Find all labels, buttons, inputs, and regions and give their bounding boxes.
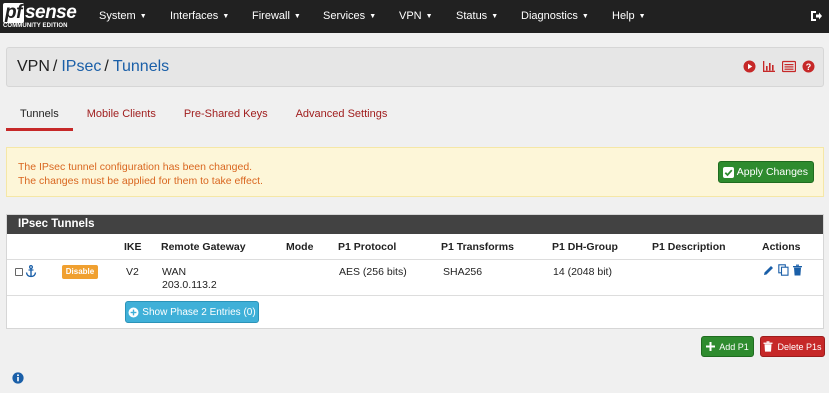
plus-icon — [706, 342, 716, 351]
row-divider — [7, 295, 823, 296]
row-p1-transforms: SHA256 — [443, 266, 483, 278]
nav-label: Help — [612, 10, 635, 22]
row-gateway-interface: WAN — [162, 266, 187, 278]
tab-tunnels[interactable]: Tunnels — [6, 100, 73, 131]
tab-advanced-settings[interactable]: Advanced Settings — [282, 100, 402, 131]
nav-label: Firewall — [252, 10, 290, 22]
caret-down-icon: ▼ — [293, 13, 301, 20]
header-ike: IKE — [124, 241, 142, 253]
status-chart-icon[interactable] — [762, 60, 776, 73]
caret-down-icon: ▼ — [491, 13, 499, 20]
row-gateway-address: 203.0.113.2 — [162, 279, 217, 291]
row-p1-protocol: AES (256 bits) — [339, 266, 407, 278]
edit-pencil-icon[interactable] — [763, 264, 774, 276]
nav-help[interactable]: Help ▼ — [612, 0, 646, 33]
nav-label: Status — [456, 10, 488, 22]
breadcrumb-vpn: VPN — [17, 58, 50, 75]
breadcrumb-ipsec-link[interactable]: IPsec — [61, 58, 101, 75]
panel-title: IPsec Tunnels — [7, 215, 823, 234]
alert-message-line2: The changes must be applied for them to … — [18, 175, 263, 187]
tunnel-select-checkbox[interactable] — [15, 268, 23, 276]
tab-pre-shared-keys[interactable]: Pre-Shared Keys — [170, 100, 282, 131]
breadcrumb-panel: VPN / IPsec / Tunnels ? — [6, 47, 824, 87]
show-phase2-button[interactable]: Show Phase 2 Entries (0) — [125, 301, 259, 323]
add-p1-button[interactable]: Add P1 — [701, 336, 754, 357]
apply-changes-label: Apply Changes — [736, 166, 808, 178]
tab-bar: Tunnels Mobile Clients Pre-Shared Keys A… — [6, 100, 401, 132]
alert-message-line1: The IPsec tunnel configuration has been … — [18, 161, 253, 173]
header-mode: Mode — [286, 241, 314, 253]
header-p1-description: P1 Description — [652, 241, 726, 253]
ipsec-tunnels-panel: IPsec Tunnels IKE Remote Gateway Mode P1… — [6, 214, 824, 329]
anchor-icon[interactable] — [25, 265, 37, 278]
caret-down-icon: ▼ — [581, 13, 589, 20]
help-icon[interactable]: ? — [802, 60, 815, 73]
nav-services[interactable]: Services ▼ — [323, 0, 376, 33]
caret-down-icon: ▼ — [369, 13, 377, 20]
check-icon — [722, 166, 734, 178]
header-divider — [7, 259, 823, 260]
config-changed-alert: The IPsec tunnel configuration has been … — [6, 147, 824, 197]
header-remote-gateway: Remote Gateway — [161, 241, 246, 253]
plus-circle-icon — [128, 307, 139, 317]
disable-tunnel-button[interactable]: Disable — [62, 265, 98, 279]
show-phase2-label: Show Phase 2 Entries (0) — [142, 306, 256, 318]
logo-wordmark: pf sense — [3, 2, 77, 23]
breadcrumb-tunnels-link[interactable]: Tunnels — [113, 58, 169, 75]
info-icon[interactable] — [12, 372, 24, 384]
play-service-icon[interactable] — [743, 60, 756, 73]
breadcrumb-separator: / — [52, 58, 58, 75]
nav-system[interactable]: System ▼ — [99, 0, 147, 33]
trash-icon[interactable] — [792, 264, 803, 276]
breadcrumb-shortcuts: ? — [743, 60, 815, 73]
nav-label: Diagnostics — [521, 10, 578, 22]
caret-down-icon: ▼ — [638, 13, 646, 20]
header-p1-protocol: P1 Protocol — [338, 241, 397, 253]
svg-text:?: ? — [806, 62, 812, 72]
nav-diagnostics[interactable]: Diagnostics ▼ — [521, 0, 589, 33]
nav-status[interactable]: Status ▼ — [456, 0, 498, 33]
caret-down-icon: ▼ — [222, 13, 230, 20]
apply-changes-button[interactable]: Apply Changes — [717, 161, 814, 183]
logo-main-text: sense — [24, 2, 77, 23]
nav-label: Interfaces — [170, 10, 219, 22]
breadcrumb-separator: / — [104, 58, 109, 75]
nav-vpn[interactable]: VPN ▼ — [399, 0, 433, 33]
caret-down-icon: ▼ — [425, 13, 433, 20]
nav-label: System — [99, 10, 136, 22]
logo-edition: COMMUNITY EDITION — [3, 23, 68, 29]
breadcrumb: VPN / IPsec / Tunnels — [17, 58, 169, 76]
header-p1-dh-group: P1 DH-Group — [552, 241, 618, 253]
row-ike: V2 — [126, 266, 139, 278]
caret-down-icon: ▼ — [139, 13, 147, 20]
logo-prefix: pf — [3, 2, 24, 23]
nav-firewall[interactable]: Firewall ▼ — [252, 0, 301, 33]
header-p1-transforms: P1 Transforms — [441, 241, 514, 253]
nav-label: Services — [323, 10, 366, 22]
delete-p1s-button[interactable]: Delete P1s — [760, 336, 825, 357]
copy-icon[interactable] — [778, 264, 789, 276]
logout-icon[interactable] — [809, 9, 823, 23]
tab-mobile-clients[interactable]: Mobile Clients — [73, 100, 170, 131]
trash-icon — [763, 341, 773, 352]
delete-p1s-label: Delete P1s — [777, 341, 822, 352]
nav-label: VPN — [399, 10, 422, 22]
pfsense-logo[interactable]: pf sense COMMUNITY EDITION — [3, 3, 93, 31]
nav-interfaces[interactable]: Interfaces ▼ — [170, 0, 229, 33]
row-p1-dh-group: 14 (2048 bit) — [553, 266, 612, 278]
top-navbar: pf sense COMMUNITY EDITION System ▼ Interf… — [0, 0, 829, 33]
header-actions: Actions — [762, 241, 801, 253]
add-p1-label: Add P1 — [719, 341, 749, 352]
log-list-icon[interactable] — [782, 60, 796, 73]
